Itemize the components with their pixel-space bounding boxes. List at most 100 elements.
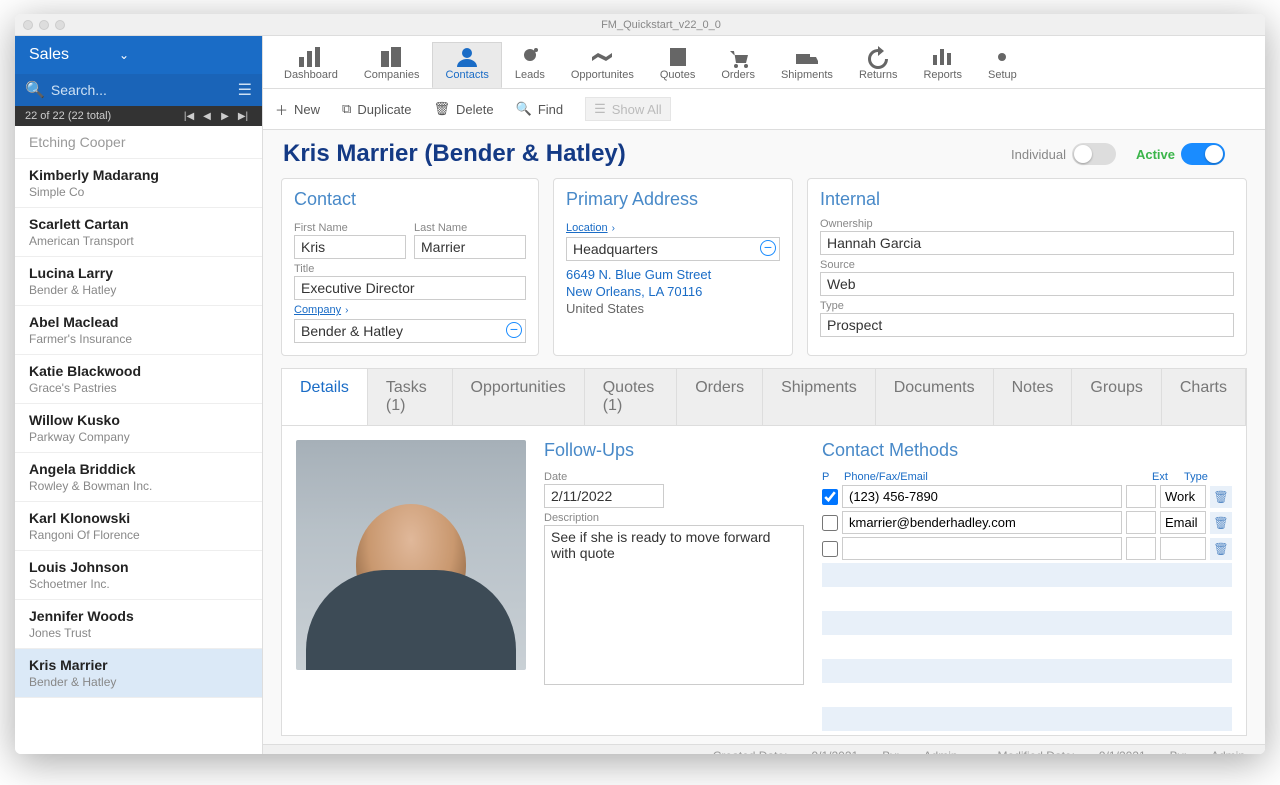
method-value-field[interactable] xyxy=(842,485,1122,508)
detail-tabs: DetailsTasks (1)OpportunitiesQuotes (1)O… xyxy=(281,368,1247,426)
location-field[interactable] xyxy=(566,237,780,261)
followup-description-field[interactable]: See if she is ready to move forward with… xyxy=(544,525,804,685)
primary-checkbox[interactable] xyxy=(822,541,838,557)
window-minimize[interactable] xyxy=(39,20,49,30)
method-row: 🗑 xyxy=(822,511,1232,534)
list-menu-icon[interactable]: ☰ xyxy=(238,80,252,100)
window-close[interactable] xyxy=(23,20,33,30)
list-item[interactable]: Katie BlackwoodGrace's Pastries xyxy=(15,355,262,404)
tab-tasks[interactable]: Tasks (1) xyxy=(368,369,453,425)
address-text: 6649 N. Blue Gum StreetNew Orleans, LA 7… xyxy=(566,267,780,318)
tab-groups[interactable]: Groups xyxy=(1072,369,1161,425)
contact-list: Etching Cooper Kimberly MadarangSimple C… xyxy=(15,126,262,754)
list-item[interactable]: Scarlett CartanAmerican Transport xyxy=(15,208,262,257)
clear-company-icon[interactable]: − xyxy=(506,322,522,338)
tab-details[interactable]: Details xyxy=(282,369,368,425)
contact-card: Contact First Name Last Name Title Compa… xyxy=(281,178,539,356)
method-ext-field[interactable] xyxy=(1126,537,1156,560)
prev-record-icon[interactable]: ◀ xyxy=(198,111,216,122)
tab-documents[interactable]: Documents xyxy=(876,369,994,425)
type-field[interactable] xyxy=(820,313,1234,337)
followup-date-field[interactable] xyxy=(544,484,664,508)
module-label: Sales xyxy=(29,46,69,64)
method-type-field[interactable] xyxy=(1160,485,1206,508)
company-link[interactable]: Company xyxy=(294,304,341,316)
list-item[interactable]: Willow KuskoParkway Company xyxy=(15,404,262,453)
internal-card: Internal Ownership Source Type xyxy=(807,178,1247,356)
clear-location-icon[interactable]: − xyxy=(760,240,776,256)
followups-section: Follow-Ups Date Description See if she i… xyxy=(544,440,804,721)
nav-companies[interactable]: Companies xyxy=(351,42,433,88)
contact-methods-section: Contact Methods PPhone/Fax/EmailExtType … xyxy=(822,440,1232,721)
list-item[interactable]: Lucina LarryBender & Hatley xyxy=(15,257,262,306)
list-item[interactable]: Kris MarrierBender & Hatley xyxy=(15,649,262,698)
trash-icon[interactable]: 🗑 xyxy=(1210,512,1232,534)
module-selector[interactable]: Sales ⌄ xyxy=(15,36,262,74)
list-item[interactable]: Angela BriddickRowley & Bowman Inc. xyxy=(15,453,262,502)
chevron-down-icon: ⌄ xyxy=(119,48,129,62)
list-item[interactable]: Etching Cooper xyxy=(15,126,262,159)
window-zoom[interactable] xyxy=(55,20,65,30)
tab-opportunities[interactable]: Opportunities xyxy=(453,369,585,425)
duplicate-button[interactable]: ⧉ Duplicate xyxy=(342,97,412,121)
active-label: Active xyxy=(1136,147,1175,162)
source-field[interactable] xyxy=(820,272,1234,296)
individual-toggle[interactable] xyxy=(1072,143,1116,165)
method-value-field[interactable] xyxy=(842,537,1122,560)
tab-quotes[interactable]: Quotes (1) xyxy=(585,369,677,425)
individual-label: Individual xyxy=(1011,147,1066,162)
trash-icon[interactable]: 🗑 xyxy=(1210,538,1232,560)
list-item[interactable]: Abel MacleadFarmer's Insurance xyxy=(15,306,262,355)
list-item[interactable]: Louis JohnsonSchoetmer Inc. xyxy=(15,551,262,600)
nav-quotes[interactable]: Quotes xyxy=(647,42,708,88)
nav-dashboard[interactable]: Dashboard xyxy=(271,42,351,88)
record-count: 22 of 22 (22 total) xyxy=(25,110,180,122)
nav-returns[interactable]: Returns xyxy=(846,42,911,88)
location-link[interactable]: Location xyxy=(566,222,608,234)
method-type-field[interactable] xyxy=(1160,537,1206,560)
nav-leads[interactable]: Leads xyxy=(502,42,558,88)
page-title: Kris Marrier (Bender & Hatley) xyxy=(283,140,1011,168)
tab-orders[interactable]: Orders xyxy=(677,369,763,425)
search-input[interactable] xyxy=(51,82,238,98)
active-toggle[interactable] xyxy=(1181,143,1225,165)
first-name-field[interactable] xyxy=(294,235,406,259)
list-item[interactable]: Karl KlonowskiRangoni Of Florence xyxy=(15,502,262,551)
primary-checkbox[interactable] xyxy=(822,515,838,531)
tab-shipments[interactable]: Shipments xyxy=(763,369,876,425)
main-toolbar: DashboardCompaniesContactsLeadsOpportuni… xyxy=(263,36,1265,89)
window-title: FM_Quickstart_v22_0_0 xyxy=(65,19,1257,31)
method-value-field[interactable] xyxy=(842,511,1122,534)
list-item[interactable]: Kimberly MadarangSimple Co xyxy=(15,159,262,208)
method-row: 🗑 xyxy=(822,485,1232,508)
company-field[interactable] xyxy=(294,319,526,343)
tab-charts[interactable]: Charts xyxy=(1162,369,1246,425)
contact-photo xyxy=(296,440,526,670)
last-name-field[interactable] xyxy=(414,235,526,259)
nav-shipments[interactable]: Shipments xyxy=(768,42,846,88)
tab-notes[interactable]: Notes xyxy=(994,369,1073,425)
first-record-icon[interactable]: |◀ xyxy=(180,111,198,122)
method-ext-field[interactable] xyxy=(1126,485,1156,508)
find-button[interactable]: 🔍 Find xyxy=(516,97,563,121)
nav-opportunites[interactable]: Opportunites xyxy=(558,42,647,88)
delete-button[interactable]: 🗑 Delete xyxy=(434,97,494,121)
next-record-icon[interactable]: ▶ xyxy=(216,111,234,122)
nav-contacts[interactable]: Contacts xyxy=(432,42,501,88)
footer: Created Date:9/1/2021By:Admin Modified D… xyxy=(263,744,1265,754)
last-record-icon[interactable]: ▶| xyxy=(234,111,252,122)
titlebar: FM_Quickstart_v22_0_0 xyxy=(15,14,1265,36)
showall-button[interactable]: ☰ Show All xyxy=(585,97,671,121)
trash-icon[interactable]: 🗑 xyxy=(1210,486,1232,508)
ownership-field[interactable] xyxy=(820,231,1234,255)
new-button[interactable]: ＋ New xyxy=(275,97,320,121)
search-icon: 🔍 xyxy=(25,80,45,100)
primary-checkbox[interactable] xyxy=(822,489,838,505)
list-item[interactable]: Jennifer WoodsJones Trust xyxy=(15,600,262,649)
nav-setup[interactable]: Setup xyxy=(975,42,1030,88)
title-field[interactable] xyxy=(294,276,526,300)
nav-reports[interactable]: Reports xyxy=(910,42,975,88)
method-ext-field[interactable] xyxy=(1126,511,1156,534)
method-type-field[interactable] xyxy=(1160,511,1206,534)
nav-orders[interactable]: Orders xyxy=(708,42,768,88)
